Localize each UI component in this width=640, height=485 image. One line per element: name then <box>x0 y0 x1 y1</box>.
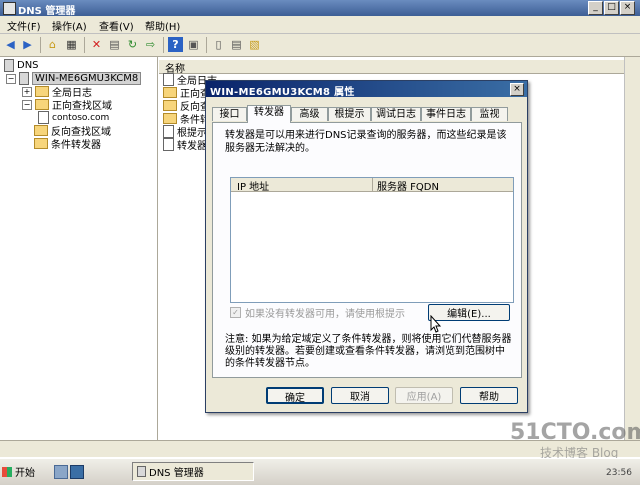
folder-icon <box>163 87 177 98</box>
tree-item-label: contoso.com <box>52 112 110 123</box>
cancel-button[interactable]: 取消 <box>331 387 389 404</box>
ok-button[interactable]: 确定 <box>266 387 324 404</box>
zone-icon <box>38 111 49 124</box>
use-root-hints-option[interactable]: ✓ 如果没有转发器可用，请使用根提示 <box>230 305 405 320</box>
checkmark-icon[interactable]: ✓ <box>230 306 241 318</box>
windows-logo-icon <box>2 466 12 477</box>
list-item[interactable]: 转发器 <box>163 138 207 152</box>
mouse-cursor-icon <box>430 315 442 333</box>
window-titlebar: DNS 管理器 _ □ × <box>0 0 640 17</box>
tab-forwarders[interactable]: 转发器 <box>247 105 291 123</box>
menu-file[interactable]: 文件(F) <box>7 18 41 33</box>
forwarders-list-header: IP 地址 服务器 FQDN <box>231 178 513 193</box>
server-icon <box>19 72 29 85</box>
watermark-logo: 51CTO.com <box>510 420 640 445</box>
tree-item-label: 条件转发器 <box>51 140 101 151</box>
toolbar-divider <box>163 37 164 53</box>
forward-icon[interactable]: ▶ <box>20 37 35 52</box>
toolbar: ◀ ▶ ⌂ ▦ ✕ ▤ ↻ ⇨ ? ▣ ▯ ▤ ▧ <box>0 34 640 57</box>
dialog-close-button[interactable]: × <box>510 83 524 96</box>
folder-icon <box>34 138 48 149</box>
expand-icon[interactable]: + <box>22 86 32 97</box>
menu-action[interactable]: 操作(A) <box>52 18 87 33</box>
tree-item-label: 正向查找区域 <box>52 101 112 112</box>
new-zone-icon[interactable]: ▧ <box>247 37 262 52</box>
start-button[interactable]: 开始 <box>2 462 40 481</box>
collapse-icon[interactable]: − <box>6 73 16 84</box>
toolbar-divider <box>84 37 85 53</box>
taskbar-item-dns-manager[interactable]: DNS 管理器 <box>132 462 254 481</box>
server-icon[interactable]: ▯ <box>211 37 226 52</box>
use-root-hints-label: 如果没有转发器可用，请使用根提示 <box>245 308 405 320</box>
close-button[interactable]: × <box>620 1 635 15</box>
forwarders-panel: 转发器是可以用来进行DNS记录查询的服务器，而这些纪录是该服务器无法解决的。 I… <box>212 122 522 378</box>
folder-icon <box>163 100 177 111</box>
forwarders-description: 转发器是可以用来进行DNS记录查询的服务器，而这些纪录是该服务器无法解决的。 <box>225 130 507 154</box>
apply-button[interactable]: 应用(A) <box>395 387 453 404</box>
dns-app-icon <box>137 466 146 477</box>
taskbar-clock: 23:56 <box>606 468 632 478</box>
folder-icon <box>35 99 49 110</box>
export-icon[interactable]: ⇨ <box>143 37 158 52</box>
tab-monitoring[interactable]: 监视 <box>471 107 508 121</box>
record-icon[interactable]: ▤ <box>229 37 244 52</box>
up-folder-icon[interactable]: ⌂ <box>45 37 60 52</box>
toolbar-divider <box>206 37 207 53</box>
tab-interfaces[interactable]: 接口 <box>212 107 247 121</box>
menu-view[interactable]: 查看(V) <box>99 18 134 33</box>
vertical-scrollbar[interactable] <box>624 57 640 440</box>
start-label: 开始 <box>15 468 35 479</box>
help-button[interactable]: 帮助 <box>460 387 518 404</box>
properties-icon[interactable]: ▤ <box>107 37 122 52</box>
tree-item-conditional-forwarders[interactable]: 条件转发器 <box>34 137 101 151</box>
column-ip-address[interactable]: IP 地址 <box>237 178 269 193</box>
folder-icon <box>163 113 177 124</box>
tab-strip: 接口 转发器 高级 根提示 调试日志 事件日志 监视 <box>212 105 522 123</box>
tab-advanced[interactable]: 高级 <box>291 107 328 121</box>
dialog-titlebar[interactable]: WIN-ME6GMU3KCM8 属性 × <box>206 81 527 98</box>
dialog-title: WIN-ME6GMU3KCM8 属性 <box>210 87 355 98</box>
forwarders-list[interactable]: IP 地址 服务器 FQDN <box>230 177 514 303</box>
delete-icon[interactable]: ✕ <box>89 37 104 52</box>
console-tree: DNS − WIN-ME6GMU3KCM8 + 全局日志 − 正向查找区域 co… <box>0 57 158 440</box>
dns-icon <box>4 59 14 72</box>
tab-debug-logging[interactable]: 调试日志 <box>371 107 421 121</box>
show-tree-icon[interactable]: ▦ <box>64 37 79 52</box>
menu-help[interactable]: 帮助(H) <box>145 18 180 33</box>
conditional-forwarders-note: 注意: 如果为给定域定义了条件转发器，则将使用它们代替服务器级别的转发器。若要创… <box>225 334 512 369</box>
root-hints-icon <box>163 125 174 138</box>
folder-icon <box>35 86 49 97</box>
column-divider <box>372 178 373 191</box>
toolbar-divider <box>40 37 41 53</box>
forwarders-icon <box>163 138 174 151</box>
server-manager-icon[interactable] <box>54 465 68 479</box>
dns-app-icon <box>3 2 16 15</box>
console-icon[interactable]: ▣ <box>186 37 201 52</box>
properties-dialog: WIN-ME6GMU3KCM8 属性 × 接口 转发器 高级 根提示 调试日志 … <box>205 80 528 413</box>
tree-root[interactable]: DNS <box>4 59 39 72</box>
window-title: DNS 管理器 <box>18 6 76 17</box>
back-icon[interactable]: ◀ <box>3 37 18 52</box>
refresh-icon[interactable]: ↻ <box>125 37 140 52</box>
log-icon <box>163 73 174 86</box>
tree-item-forward-zones[interactable]: − 正向查找区域 <box>22 98 112 112</box>
maximize-button[interactable]: □ <box>604 1 619 15</box>
taskbar: 开始 DNS 管理器 <box>0 458 640 485</box>
menu-bar: 文件(F) 操作(A) 查看(V) 帮助(H) <box>0 16 640 34</box>
taskbar-item-label: DNS 管理器 <box>149 468 204 479</box>
tab-root-hints[interactable]: 根提示 <box>328 107 371 121</box>
minimize-button[interactable]: _ <box>588 1 603 15</box>
tree-root-label: DNS <box>17 60 39 71</box>
collapse-icon[interactable]: − <box>22 99 32 110</box>
help-icon[interactable]: ? <box>168 37 183 52</box>
show-desktop-icon[interactable] <box>70 465 84 479</box>
folder-icon <box>34 125 48 136</box>
tab-event-logging[interactable]: 事件日志 <box>421 107 471 121</box>
list-header[interactable]: 名称 <box>159 59 624 75</box>
column-server-fqdn[interactable]: 服务器 FQDN <box>377 178 439 193</box>
list-item-label: 转发器 <box>177 141 207 152</box>
